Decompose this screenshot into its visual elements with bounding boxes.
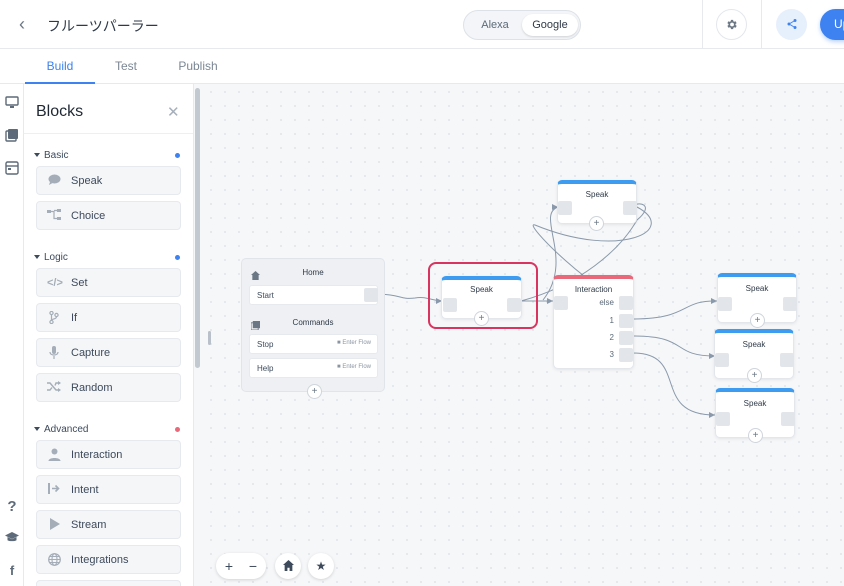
- port-label-1: 1: [609, 316, 614, 325]
- zoom-in-icon[interactable]: +: [220, 557, 238, 575]
- command-help[interactable]: Help ■ Enter Flow: [249, 358, 378, 378]
- output-port-1[interactable]: [619, 314, 633, 328]
- output-port[interactable]: [780, 353, 794, 367]
- zoom-controls: + −: [216, 553, 266, 579]
- node-title: Interaction: [574, 285, 613, 294]
- star-button[interactable]: ★: [308, 553, 334, 579]
- node-title: Speak: [742, 340, 766, 349]
- command-stop[interactable]: Stop ■ Enter Flow: [249, 334, 378, 354]
- node-title: Speak: [585, 190, 609, 199]
- node-title: Speak: [745, 284, 769, 293]
- add-step-button[interactable]: +: [747, 368, 762, 383]
- commands-title: Commands: [292, 318, 334, 327]
- node-title: Speak: [743, 399, 767, 408]
- port-label-2: 2: [609, 333, 614, 342]
- wire-port-1: [632, 300, 718, 320]
- output-port-else[interactable]: [619, 296, 633, 310]
- speak-node-right-2[interactable]: Speak +: [714, 329, 794, 383]
- start-label: Start: [257, 291, 274, 300]
- input-port[interactable]: [716, 412, 730, 426]
- home-icon: [282, 560, 294, 571]
- star-icon: ★: [315, 559, 327, 573]
- home-button[interactable]: [275, 553, 301, 579]
- output-port[interactable]: [623, 201, 637, 215]
- speak-node-right-3[interactable]: Speak +: [715, 388, 795, 443]
- input-port[interactable]: [558, 201, 572, 215]
- command-label: Stop: [257, 340, 274, 349]
- add-step-button[interactable]: +: [589, 216, 604, 231]
- start-row[interactable]: Start: [249, 285, 378, 305]
- output-port[interactable]: [781, 412, 795, 426]
- wire-port-3: [632, 352, 716, 416]
- home-node-title: Home: [302, 268, 324, 277]
- input-port[interactable]: [554, 296, 568, 310]
- speak-node-top[interactable]: Speak +: [557, 180, 637, 231]
- input-port[interactable]: [715, 353, 729, 367]
- selection-highlight: [428, 262, 538, 329]
- port-label-else: else: [599, 298, 614, 307]
- enter-flow-button[interactable]: ■ Enter Flow: [337, 340, 371, 346]
- speak-node-right-1[interactable]: Speak +: [717, 273, 797, 328]
- input-port[interactable]: [718, 297, 732, 311]
- zoom-out-icon[interactable]: −: [244, 557, 262, 575]
- command-label: Help: [257, 364, 274, 373]
- enter-flow-label: Enter Flow: [342, 364, 371, 370]
- wire-port-2: [632, 335, 716, 357]
- output-port[interactable]: [783, 297, 797, 311]
- enter-flow-label: Enter Flow: [342, 340, 371, 346]
- add-step-button[interactable]: +: [307, 384, 322, 399]
- add-step-button[interactable]: +: [748, 428, 763, 443]
- port-label-3: 3: [609, 350, 614, 359]
- enter-flow-button[interactable]: ■ Enter Flow: [337, 364, 371, 370]
- home-node[interactable]: Home Start Commands Stop ■ Enter Flow He…: [241, 258, 385, 399]
- output-port-2[interactable]: [619, 331, 633, 345]
- output-port[interactable]: [364, 288, 378, 302]
- interaction-node[interactable]: Interaction else 1 2 3: [553, 275, 634, 369]
- output-port-3[interactable]: [619, 348, 633, 362]
- add-step-button[interactable]: +: [750, 313, 765, 328]
